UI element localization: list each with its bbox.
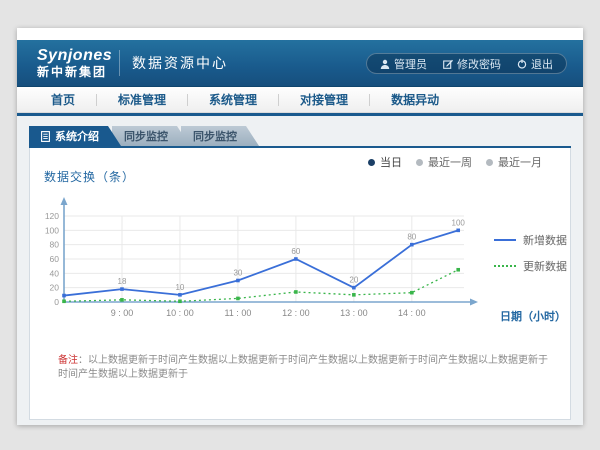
svg-text:13 : 00: 13 : 00 bbox=[340, 308, 368, 318]
svg-text:30: 30 bbox=[233, 269, 242, 278]
logo-text-cn: 新中新集团 bbox=[37, 66, 113, 78]
svg-text:9 : 00: 9 : 00 bbox=[111, 308, 134, 318]
nav-item-standard-mgmt[interactable]: 标准管理 bbox=[118, 91, 166, 108]
tab-system-intro[interactable]: 系统介绍 bbox=[29, 126, 121, 146]
nav-item-data-change[interactable]: 数据异动 bbox=[391, 91, 439, 108]
nav-separator bbox=[278, 94, 279, 106]
logout-button[interactable]: 退出 bbox=[517, 56, 553, 72]
svg-text:10 : 00: 10 : 00 bbox=[166, 308, 194, 318]
range-option-today[interactable]: 当日 bbox=[368, 154, 402, 170]
svg-text:120: 120 bbox=[45, 211, 59, 221]
main-nav: 首页 标准管理 系统管理 对接管理 数据异动 bbox=[17, 87, 583, 113]
svg-text:60: 60 bbox=[291, 247, 300, 256]
svg-text:12 : 00: 12 : 00 bbox=[282, 308, 310, 318]
range-option-last-week[interactable]: 最近一周 bbox=[416, 154, 472, 170]
window-top-strip bbox=[17, 28, 583, 40]
nav-item-interface-mgmt[interactable]: 对接管理 bbox=[300, 91, 348, 108]
radio-dot bbox=[416, 159, 423, 166]
nav-separator bbox=[96, 94, 97, 106]
svg-text:100: 100 bbox=[452, 218, 466, 227]
nav-separator bbox=[369, 94, 370, 106]
document-icon bbox=[41, 131, 50, 142]
svg-text:60: 60 bbox=[50, 254, 60, 264]
tab-sync-monitor-2[interactable]: 同步监控 bbox=[181, 126, 259, 146]
svg-text:100: 100 bbox=[45, 225, 59, 235]
range-option-last-month[interactable]: 最近一月 bbox=[486, 154, 542, 170]
user-button[interactable]: 管理员 bbox=[380, 56, 427, 72]
svg-text:40: 40 bbox=[50, 268, 60, 278]
footnote: 备注：以上数据更新于时间产生数据以上数据更新于时间产生数据以上数据更新于时间产生… bbox=[58, 354, 554, 382]
svg-text:0: 0 bbox=[54, 297, 59, 307]
svg-text:80: 80 bbox=[407, 233, 416, 242]
chart-x-axis-title: 日期（小时） bbox=[500, 308, 566, 324]
page-title: 数据资源中心 bbox=[132, 53, 228, 73]
range-option-label: 最近一月 bbox=[498, 154, 542, 170]
tab-label: 同步监控 bbox=[124, 128, 168, 144]
radio-dot bbox=[368, 159, 375, 166]
app-header: Synjones 新中新集团 数据资源中心 管理员 修改密码 退出 bbox=[17, 40, 583, 87]
nav-separator bbox=[187, 94, 188, 106]
legend-sample-dotted-line bbox=[494, 265, 516, 267]
svg-text:20: 20 bbox=[50, 283, 60, 293]
chart-y-axis-title: 数据交换（条） bbox=[44, 168, 135, 185]
power-icon bbox=[517, 59, 527, 69]
nav-item-system-mgmt[interactable]: 系统管理 bbox=[209, 91, 257, 108]
range-option-label: 当日 bbox=[380, 154, 402, 170]
footnote-label: 备注 bbox=[58, 355, 78, 366]
legend-label: 更新数据 bbox=[523, 258, 567, 274]
footnote-text: ：以上数据更新于时间产生数据以上数据更新于时间产生数据以上数据更新于时间产生数据… bbox=[58, 355, 548, 380]
svg-text:14 : 00: 14 : 00 bbox=[398, 308, 426, 318]
desktop-background: Synjones 新中新集团 数据资源中心 管理员 修改密码 退出 bbox=[0, 0, 600, 450]
legend-item-updated-data: 更新数据 bbox=[494, 258, 567, 274]
svg-text:20: 20 bbox=[349, 276, 358, 285]
chart-legend: 新增数据 更新数据 bbox=[494, 232, 567, 284]
content-area: 系统介绍 同步监控 同步监控 当日 最近一 bbox=[17, 116, 583, 425]
legend-label: 新增数据 bbox=[523, 232, 567, 248]
tab-sync-monitor-1[interactable]: 同步监控 bbox=[112, 126, 190, 146]
range-option-label: 最近一周 bbox=[428, 154, 472, 170]
legend-sample-solid-line bbox=[494, 239, 516, 241]
user-toolbar: 管理员 修改密码 退出 bbox=[366, 53, 567, 74]
logout-label: 退出 bbox=[531, 56, 553, 72]
tab-label: 系统介绍 bbox=[55, 128, 99, 144]
nav-item-home[interactable]: 首页 bbox=[51, 91, 75, 108]
svg-text:10: 10 bbox=[175, 283, 184, 292]
panel-body: 当日 最近一周 最近一月 数据交换（条） 0 20 40 60 80 100 120 9 : … bbox=[29, 148, 571, 420]
app-window: Synjones 新中新集团 数据资源中心 管理员 修改密码 退出 bbox=[17, 28, 583, 425]
edit-icon bbox=[443, 59, 453, 69]
exchange-line-chart: 0 20 40 60 80 100 120 9 : 00 10 : 00 11 : 00 12 : … bbox=[44, 190, 484, 330]
range-selector: 当日 最近一周 最近一月 bbox=[368, 154, 542, 170]
radio-dot bbox=[486, 159, 493, 166]
svg-text:18: 18 bbox=[118, 277, 127, 286]
legend-item-new-data: 新增数据 bbox=[494, 232, 567, 248]
header-divider bbox=[119, 50, 120, 76]
user-icon bbox=[380, 59, 390, 69]
svg-text:80: 80 bbox=[50, 240, 60, 250]
tab-label: 同步监控 bbox=[193, 128, 237, 144]
user-button-label: 管理员 bbox=[394, 56, 427, 72]
logo-text-en: Synjones bbox=[37, 48, 113, 64]
change-password-button[interactable]: 修改密码 bbox=[443, 56, 501, 72]
change-password-label: 修改密码 bbox=[457, 56, 501, 72]
company-logo: Synjones 新中新集团 bbox=[17, 48, 113, 78]
tab-bar: 系统介绍 同步监控 同步监控 bbox=[29, 126, 571, 146]
svg-text:11 : 00: 11 : 00 bbox=[224, 308, 251, 318]
